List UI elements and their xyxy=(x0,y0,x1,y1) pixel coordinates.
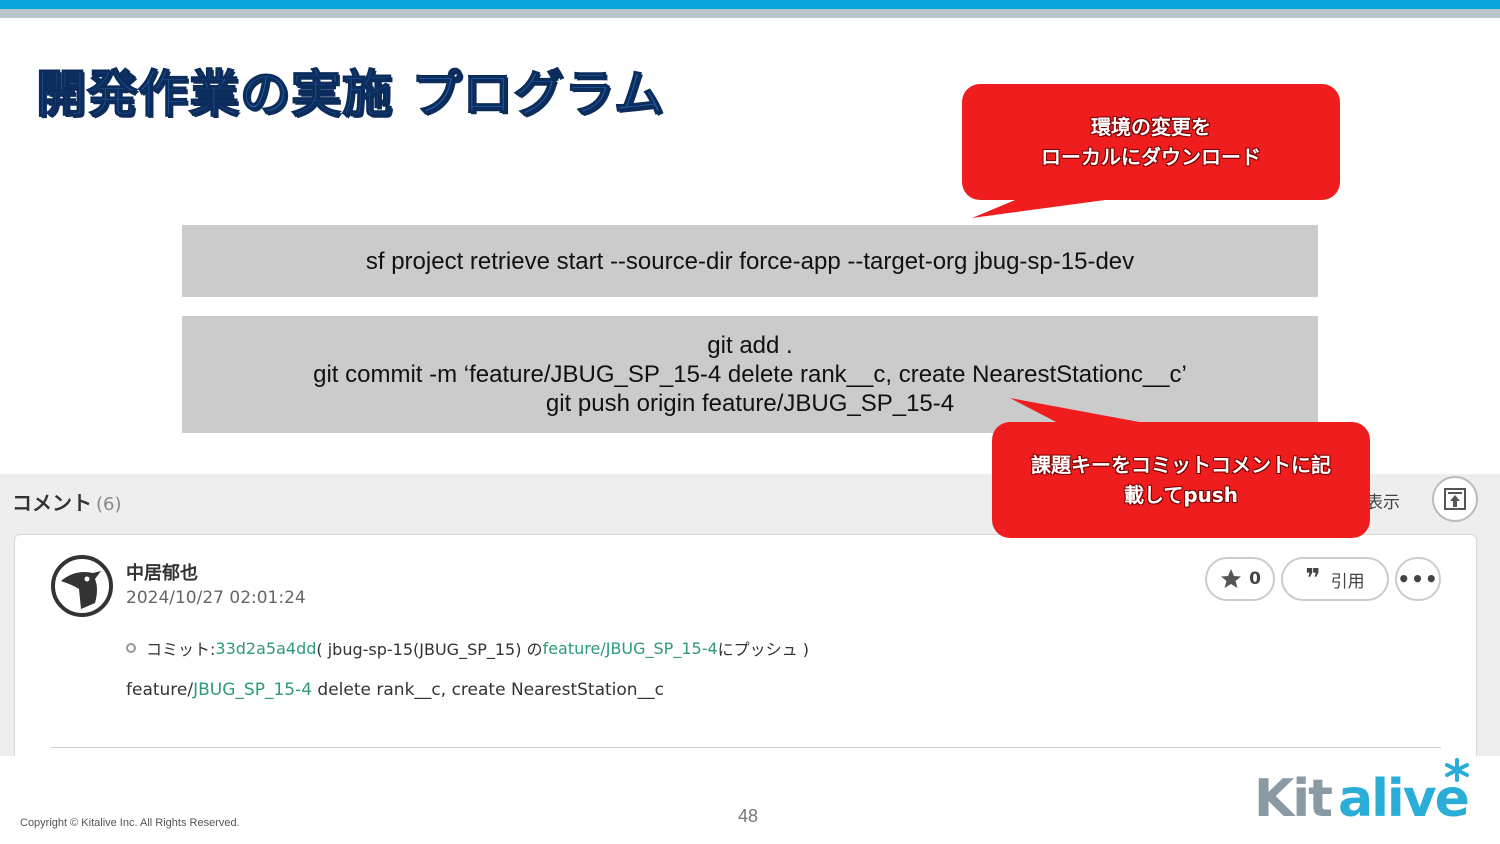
scroll-top-icon xyxy=(1444,488,1466,510)
comment-header: コメント (6) xyxy=(12,487,122,516)
more-options-button[interactable]: ••• xyxy=(1395,557,1441,601)
retrieve-command-text: sf project retrieve start --source-dir f… xyxy=(365,247,1135,275)
retrieve-command-box: sf project retrieve start --source-dir f… xyxy=(182,225,1318,297)
commit-hash-link[interactable]: 33d2a5a4dd xyxy=(215,639,316,658)
comment-count: (6) xyxy=(96,494,122,515)
star-icon xyxy=(1221,569,1242,588)
svg-text:Kit: Kit xyxy=(1254,769,1332,829)
download-callout: 環境の変更を ローカルにダウンロード xyxy=(962,84,1340,200)
card-divider xyxy=(51,747,1441,748)
commit-prefix: コミット: xyxy=(146,640,216,659)
git-commit-line: git commit -m ‘feature/JBUG_SP_15-4 dele… xyxy=(313,361,1187,388)
commit-info-line: コミット: 33d2a5a4dd ( jbug-sp-15(JBUG_SP_15… xyxy=(126,636,809,660)
push-callout-line2: 載してpush xyxy=(1123,483,1239,507)
penguin-avatar-icon xyxy=(51,555,113,617)
push-callout-line1: 課題キーをコミットコメントに記 xyxy=(1031,453,1331,477)
commit-message-line: feature/JBUG_SP_15-4 delete rank__c, cre… xyxy=(126,680,664,700)
git-add-line: git add . xyxy=(707,332,793,359)
quote-icon: ❞ xyxy=(1305,564,1321,594)
comment-timestamp: 2024/10/27 02:01:24 xyxy=(126,588,306,608)
git-push-line: git push origin feature/JBUG_SP_15-4 xyxy=(545,390,955,417)
comment-header-label: コメント xyxy=(12,491,92,515)
commit-suffix: にプッシュ ) xyxy=(717,640,809,659)
comment-author: 中居郁也 xyxy=(126,563,198,584)
push-callout: 課題キーをコミットコメントに記 載してpush xyxy=(992,422,1370,538)
kitalive-logo: Kit alive xyxy=(1252,752,1482,836)
more-icon: ••• xyxy=(1397,567,1439,591)
star-count: 0 xyxy=(1249,569,1261,589)
quote-button[interactable]: ❞ 引用 xyxy=(1281,557,1389,601)
svg-text:alive: alive xyxy=(1338,769,1468,829)
show-toggle[interactable]: 表示 xyxy=(1366,488,1400,513)
slide-title: 開発作業の実施 プログラム xyxy=(35,64,665,124)
commit-repo: ( jbug-sp-15(JBUG_SP_15) の xyxy=(316,640,543,659)
top-accent-bar xyxy=(0,0,1500,9)
message-prefix: feature/ xyxy=(126,680,194,700)
comment-card: 中居郁也 2024/10/27 02:01:24 コミット: 33d2a5a4d… xyxy=(14,534,1477,774)
star-button[interactable]: 0 xyxy=(1205,557,1275,601)
commit-branch-link[interactable]: feature/JBUG_SP_15-4 xyxy=(543,639,718,658)
download-callout-line1: 環境の変更を xyxy=(1091,115,1211,139)
page-number: 48 xyxy=(738,806,759,826)
download-callout-line2: ローカルにダウンロード xyxy=(1041,145,1261,169)
top-gray-bar xyxy=(0,9,1500,18)
issue-key-link[interactable]: JBUG_SP_15-4 xyxy=(193,680,312,700)
message-rest: delete rank__c, create NearestStation__c xyxy=(312,680,664,700)
quote-label: 引用 xyxy=(1330,571,1365,592)
scroll-to-top-button[interactable] xyxy=(1432,476,1478,522)
copyright-text: Copyright © Kitalive Inc. All Rights Res… xyxy=(20,817,240,829)
commit-bullet-icon xyxy=(126,643,136,653)
